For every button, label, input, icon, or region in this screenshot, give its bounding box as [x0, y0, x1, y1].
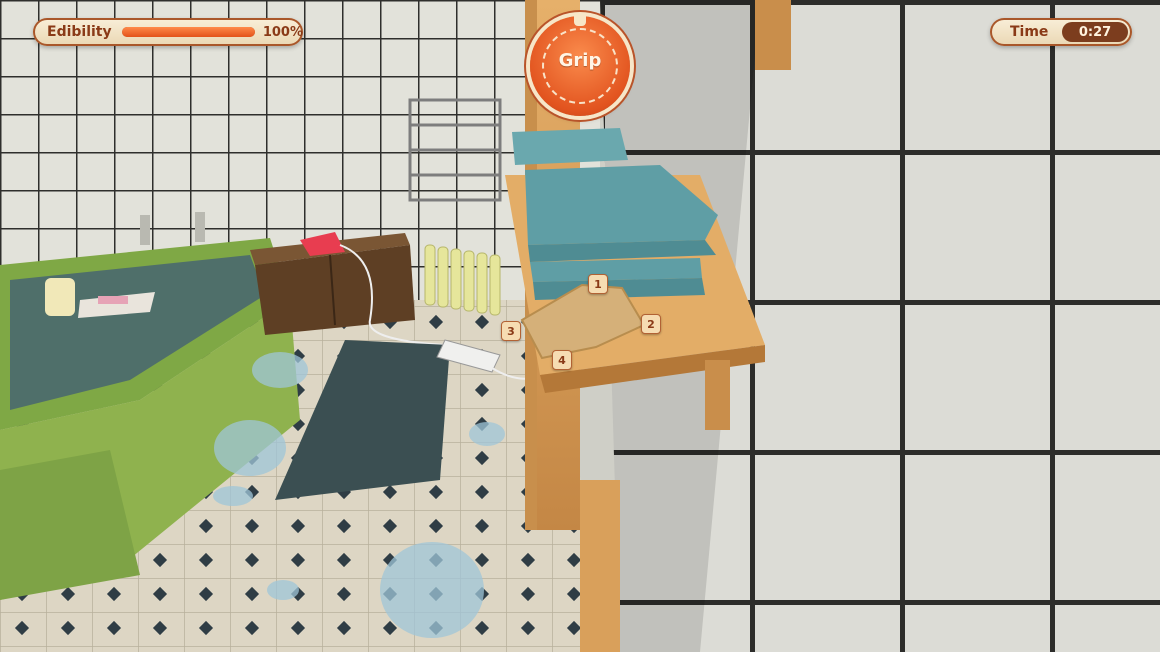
- toast-marker-1[interactable]: 1: [588, 274, 608, 294]
- edibility-label: Edibility: [47, 24, 112, 40]
- edibility-bar-fill: [121, 27, 255, 37]
- time-value: 0:27: [1062, 22, 1128, 42]
- toast-marker-4[interactable]: 4: [552, 350, 572, 370]
- grip-button[interactable]: Grip: [530, 16, 630, 116]
- time-label: Time: [1010, 24, 1049, 40]
- shelf-bracket-top: [755, 0, 791, 70]
- toast-marker-2[interactable]: 2: [641, 314, 661, 334]
- edibility-bar: [121, 27, 255, 37]
- time-display: Time 0:27: [990, 18, 1132, 46]
- grip-notch: [574, 16, 586, 26]
- shelf-leg: [705, 360, 730, 430]
- toast-marker-3[interactable]: 3: [501, 321, 521, 341]
- grip-label: Grip: [558, 50, 602, 71]
- edibility-meter: Edibility 100%: [33, 18, 303, 46]
- shelf-lower-rail: [580, 480, 620, 652]
- edibility-value: 100%: [262, 24, 303, 40]
